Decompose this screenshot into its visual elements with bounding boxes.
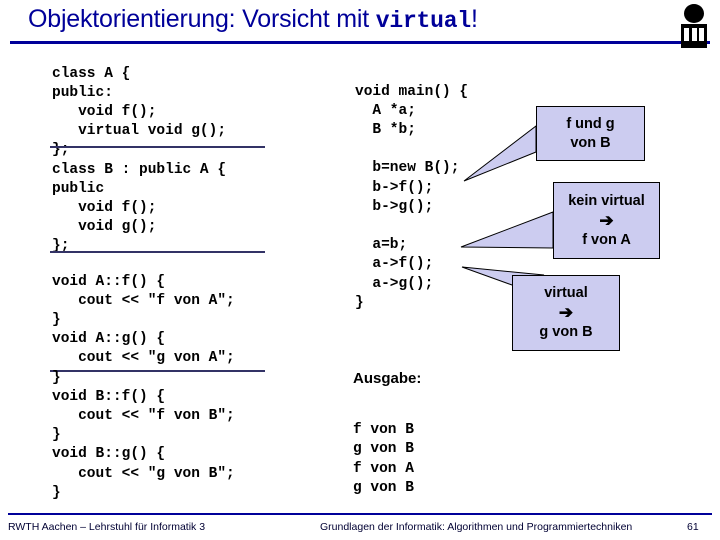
callout-1-line1: f und g	[566, 115, 615, 132]
callout-2-line2: f von A	[582, 231, 631, 248]
callout-tail-1	[463, 124, 537, 182]
footer-institution: RWTH Aachen – Lehrstuhl für Informatik 3	[8, 521, 206, 533]
callout-1-line2: von B	[570, 134, 611, 151]
footer-divider	[8, 513, 712, 515]
footer-course-title: Grundlagen der Informatik: Algorithmen u…	[320, 521, 633, 533]
callout-3-line2: g von B	[539, 324, 593, 340]
arrow-right-icon: ➔	[558, 303, 574, 322]
output-lines: f von B g von B f von A g von B	[353, 421, 414, 497]
footer-page-number: 61	[687, 521, 699, 533]
callout-f-und-g-von-b: f und g von B	[536, 106, 645, 161]
callout-2-line1: kein virtual	[568, 192, 645, 209]
callout-tail-2	[460, 211, 554, 249]
arrow-right-icon: ➔	[599, 210, 614, 230]
callout-3-line1: virtual	[544, 285, 588, 301]
callout-kein-virtual-f-von-a: kein virtual ➔ f von A	[553, 182, 660, 259]
output-label: Ausgabe:	[353, 370, 422, 387]
callout-virtual-g-von-b: virtual ➔ g von B	[512, 275, 620, 351]
